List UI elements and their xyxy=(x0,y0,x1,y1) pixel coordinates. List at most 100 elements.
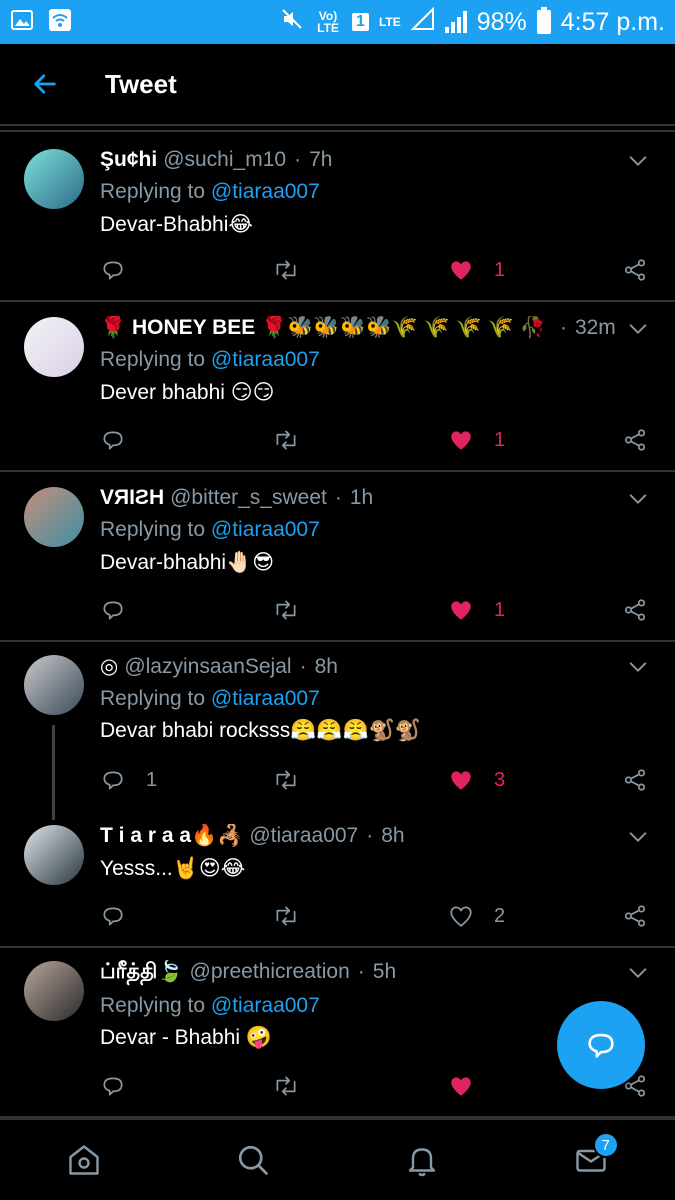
tweet-menu-chevron-down-icon[interactable] xyxy=(627,150,649,172)
display-name[interactable]: VЯIƧH xyxy=(100,486,164,509)
retweet-icon xyxy=(272,1073,300,1099)
thread-connector xyxy=(52,725,55,820)
avatar[interactable] xyxy=(24,961,84,1021)
tweet-menu-chevron-down-icon[interactable] xyxy=(627,488,649,510)
lte-indicator: LTE xyxy=(378,15,401,29)
like-button[interactable]: 1 xyxy=(448,425,505,455)
replying-to-label: Replying to xyxy=(100,518,206,541)
retweet-icon xyxy=(272,257,300,283)
reply-button[interactable] xyxy=(100,901,146,931)
display-name[interactable]: ப்ரீத்தி🍃 xyxy=(100,960,184,983)
compose-reply-button[interactable] xyxy=(557,1001,645,1089)
tweet-timestamp[interactable]: 7h xyxy=(309,148,332,171)
reply-icon xyxy=(100,597,126,623)
avatar[interactable] xyxy=(24,655,84,715)
display-name[interactable]: 🌹 HONEY BEE 🌹🐝🐝🐝🐝🌾 🌾 🌾 🌾 🥀 xyxy=(100,316,546,339)
user-handle[interactable]: @tiaraa007 xyxy=(249,824,358,847)
status-bar: Vo) LTE 1 LTE 98% 4:57 p.m. xyxy=(0,0,675,44)
user-handle[interactable]: @suchi_m10 xyxy=(163,148,286,171)
like-button[interactable]: 1 xyxy=(448,595,505,625)
retweet-button[interactable] xyxy=(272,255,300,285)
tweet-timestamp[interactable]: 8h xyxy=(315,655,338,678)
arrow-left-icon xyxy=(34,74,56,94)
heart-icon xyxy=(448,427,474,453)
avatar[interactable] xyxy=(24,487,84,547)
nav-search[interactable] xyxy=(223,1130,283,1190)
reply-button[interactable] xyxy=(100,425,146,455)
tweet-card[interactable]: VЯIƧH @bitter_s_sweet · 1h Replying to @tiar… xyxy=(0,472,675,640)
tweet-text: Devar-Bhabhi😂 xyxy=(100,213,253,236)
gallery-icon xyxy=(10,8,34,37)
tweet-menu-chevron-down-icon[interactable] xyxy=(627,962,649,984)
like-count: 2 xyxy=(494,904,506,927)
tweet-actions: 13 xyxy=(100,765,655,795)
retweet-button[interactable] xyxy=(272,765,300,795)
home-icon xyxy=(69,1145,100,1175)
mention-link[interactable]: @tiaraa007 xyxy=(211,180,320,203)
reply-button[interactable] xyxy=(100,1071,146,1101)
tweet-timestamp[interactable]: 8h xyxy=(381,824,404,847)
reply-icon xyxy=(100,903,126,929)
share-button[interactable] xyxy=(622,595,648,625)
header-divider-2 xyxy=(0,130,675,132)
user-handle[interactable]: @bitter_s_sweet xyxy=(170,486,327,509)
nav-notifications[interactable] xyxy=(392,1130,452,1190)
like-count: 1 xyxy=(494,428,506,451)
reply-button[interactable] xyxy=(100,255,146,285)
tweet-card[interactable]: T i a r a a🔥🦂 @tiaraa007 · 8h Yesss...🤘😍😂 2 xyxy=(0,810,675,946)
tweet-menu-chevron-down-icon[interactable] xyxy=(627,656,649,678)
share-button[interactable] xyxy=(622,765,648,795)
avatar[interactable] xyxy=(24,317,84,377)
signal-1-icon xyxy=(410,6,435,38)
mention-link[interactable]: @tiaraa007 xyxy=(211,518,320,541)
tweet-actions: 1 xyxy=(100,595,655,625)
replying-to-label: Replying to xyxy=(100,994,206,1017)
like-button[interactable]: 3 xyxy=(448,765,505,795)
mention-link[interactable]: @tiaraa007 xyxy=(211,994,320,1017)
retweet-button[interactable] xyxy=(272,1071,300,1101)
tweet-timestamp[interactable]: 1h xyxy=(350,486,373,509)
tweet-menu-chevron-down-icon[interactable] xyxy=(627,318,649,340)
tweet-card[interactable]: 🌹 HONEY BEE 🌹🐝🐝🐝🐝🌾 🌾 🌾 🌾 🥀 · 32m Replying t… xyxy=(0,302,675,470)
display-name[interactable]: Şu¢hi xyxy=(100,148,157,171)
nav-home[interactable] xyxy=(54,1130,114,1190)
reply-button[interactable]: 1 xyxy=(100,765,157,795)
tweet-menu-chevron-down-icon[interactable] xyxy=(627,826,649,848)
separator-dot: · xyxy=(294,148,302,171)
reply-bubble-icon xyxy=(588,1033,614,1058)
retweet-button[interactable] xyxy=(272,425,300,455)
tweet-header: ப்ரீத்தி🍃 @preethicreation · 5h xyxy=(100,960,655,986)
display-name[interactable]: T i a r a a🔥🦂 xyxy=(100,824,243,847)
retweet-button[interactable] xyxy=(272,901,300,931)
nav-messages[interactable]: 7 xyxy=(561,1130,621,1190)
avatar[interactable] xyxy=(24,825,84,885)
back-button[interactable] xyxy=(0,44,90,124)
tweet-timestamp[interactable]: 5h xyxy=(373,960,396,983)
mention-link[interactable]: @tiaraa007 xyxy=(211,348,320,371)
user-handle[interactable]: @preethicreation xyxy=(190,960,350,983)
mention-link[interactable]: @tiaraa007 xyxy=(211,687,320,710)
like-button[interactable]: 2 xyxy=(448,901,505,931)
heart-icon xyxy=(448,257,474,283)
volte-indicator: Vo) LTE xyxy=(317,9,339,35)
battery-percent: 98% xyxy=(476,7,527,36)
share-button[interactable] xyxy=(622,425,648,455)
retweet-button[interactable] xyxy=(272,595,300,625)
display-name[interactable]: ◎ xyxy=(100,655,118,678)
separator-dot: · xyxy=(299,655,307,678)
tweet-card[interactable]: Şu¢hi @suchi_m10 · 7h Replying to @tiaraa007… xyxy=(0,134,675,300)
battery-icon xyxy=(536,7,551,34)
like-button[interactable]: 1 xyxy=(448,255,505,285)
tweet-timestamp[interactable]: 32m xyxy=(575,316,616,339)
tweet-header: T i a r a a🔥🦂 @tiaraa007 · 8h xyxy=(100,824,655,848)
mute-icon xyxy=(280,7,304,38)
tweet-card[interactable]: ◎ @lazyinsaanSejal · 8h Replying to @tiaraa0… xyxy=(0,640,675,820)
reply-button[interactable] xyxy=(100,595,146,625)
separator-dot: · xyxy=(559,316,567,339)
share-button[interactable] xyxy=(622,901,648,931)
share-button[interactable] xyxy=(622,255,648,285)
replying-to: Replying to @tiaraa007 xyxy=(100,180,655,204)
user-handle[interactable]: @lazyinsaanSejal xyxy=(124,655,291,678)
like-button[interactable] xyxy=(448,1071,494,1101)
avatar[interactable] xyxy=(24,149,84,209)
